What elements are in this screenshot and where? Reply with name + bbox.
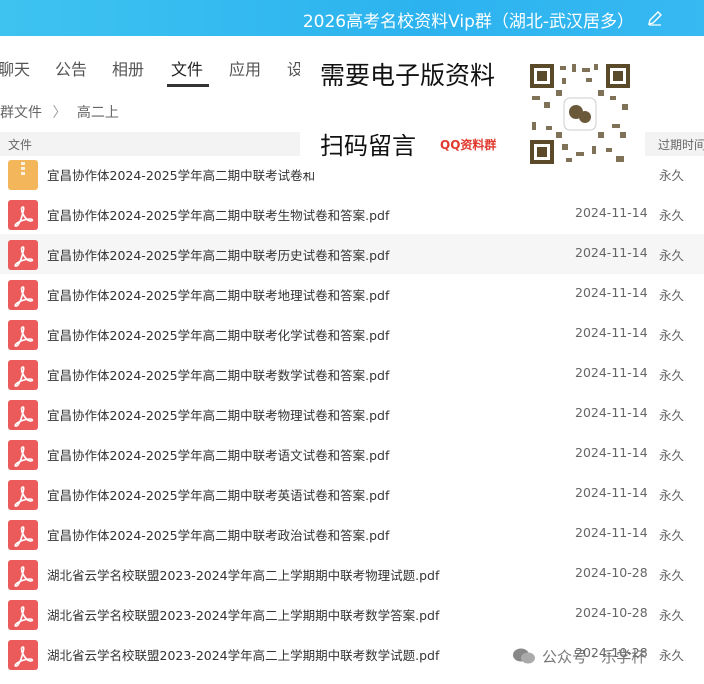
- pdf-file-icon: [8, 600, 38, 630]
- file-name[interactable]: 宜昌协作体2024-2025学年高二期中联考试卷和: [47, 165, 315, 184]
- qr-code-icon: [526, 60, 634, 168]
- file-name[interactable]: 宜昌协作体2024-2025学年高二期中联考语文试卷和答案.pdf: [47, 445, 389, 464]
- pdf-file-icon: [8, 440, 38, 470]
- file-row[interactable]: 宜昌协作体2024-2025学年高二期中联考生物试卷和答案.pdf 2024-11…: [0, 194, 704, 234]
- pdf-file-icon: [8, 280, 38, 310]
- file-row[interactable]: 宜昌协作体2024-2025学年高二期中联考政治试卷和答案.pdf 2024-11…: [0, 514, 704, 554]
- tab-apps[interactable]: 应用: [229, 56, 261, 80]
- file-date: 2024-11-14: [575, 285, 648, 300]
- file-date: 2024-11-14: [575, 485, 648, 500]
- file-name[interactable]: 宜昌协作体2024-2025学年高二期中联考物理试卷和答案.pdf: [47, 405, 389, 424]
- breadcrumb: 群文件 〉 高二上: [0, 102, 125, 122]
- pdf-file-icon: [8, 520, 38, 550]
- breadcrumb-current: 高二上: [76, 105, 119, 121]
- file-expire: 永久: [659, 488, 685, 503]
- pdf-file-icon: [8, 480, 38, 510]
- file-name[interactable]: 宜昌协作体2024-2025学年高二期中联考生物试卷和答案.pdf: [47, 205, 389, 224]
- file-row[interactable]: 宜昌协作体2024-2025学年高二期中联考地理试卷和答案.pdf 2024-11…: [0, 274, 704, 314]
- breadcrumb-root[interactable]: 群文件: [0, 105, 42, 121]
- file-name[interactable]: 湖北省云学名校联盟2023-2024学年高二上学期期中联考数学答案.pdf: [47, 605, 439, 624]
- file-date: 2024-11-14: [575, 325, 648, 340]
- file-name[interactable]: 宜昌协作体2024-2025学年高二期中联考地理试卷和答案.pdf: [47, 285, 389, 304]
- group-title: 2026高考名校资料Vip群（湖北-武汉居多）: [302, 12, 634, 32]
- file-name[interactable]: 宜昌协作体2024-2025学年高二期中联考英语试卷和答案.pdf: [47, 485, 389, 504]
- pdf-file-icon: [8, 640, 38, 670]
- file-expire: 永久: [659, 568, 685, 583]
- file-date: 2024-10-28: [575, 565, 648, 580]
- file-row[interactable]: 宜昌协作体2024-2025学年高二期中联考化学试卷和答案.pdf 2024-11…: [0, 314, 704, 354]
- file-name[interactable]: 宜昌协作体2024-2025学年高二期中联考历史试卷和答案.pdf: [47, 245, 389, 264]
- file-expire: 永久: [659, 208, 685, 223]
- file-expire: 永久: [659, 368, 685, 383]
- tab-album[interactable]: 相册: [112, 56, 144, 80]
- file-expire: 永久: [659, 288, 685, 303]
- file-name[interactable]: 宜昌协作体2024-2025学年高二期中联考数学试卷和答案.pdf: [47, 365, 389, 384]
- pencil-icon[interactable]: [646, 9, 664, 27]
- file-expire: 永久: [659, 328, 685, 343]
- tab-announcement[interactable]: 公告: [55, 56, 87, 80]
- pdf-file-icon: [8, 360, 38, 390]
- file-expire: 永久: [659, 168, 685, 183]
- tab-chat[interactable]: 聊天: [0, 56, 30, 80]
- file-row[interactable]: 湖北省云学名校联盟2023-2024学年高二上学期期中联考数学答案.pdf 202…: [0, 594, 704, 634]
- zip-file-icon: [8, 160, 38, 190]
- title-bar: 2026高考名校资料Vip群（湖北-武汉居多）: [0, 0, 704, 36]
- promo-overlay: 需要电子版资料 扫码留言 QQ资料群: [300, 44, 645, 172]
- chevron-right-icon: 〉: [52, 105, 67, 121]
- file-expire: 永久: [659, 528, 685, 543]
- tab-files[interactable]: 文件: [171, 56, 203, 80]
- file-date: 2024-10-28: [575, 605, 648, 620]
- file-name[interactable]: 宜昌协作体2024-2025学年高二期中联考政治试卷和答案.pdf: [47, 525, 389, 544]
- file-expire: 永久: [659, 448, 685, 463]
- file-row[interactable]: 宜昌协作体2024-2025学年高二期中联考英语试卷和答案.pdf 2024-11…: [0, 474, 704, 514]
- file-date: 2024-11-14: [575, 445, 648, 460]
- pdf-file-icon: [8, 400, 38, 430]
- wechat-icon: [513, 648, 535, 664]
- file-row[interactable]: 宜昌协作体2024-2025学年高二期中联考历史试卷和答案.pdf 2024-11…: [0, 234, 704, 274]
- column-header-file[interactable]: 文件: [8, 136, 32, 153]
- file-expire: 永久: [659, 408, 685, 423]
- file-expire: 永久: [659, 648, 685, 663]
- pdf-file-icon: [8, 320, 38, 350]
- file-row[interactable]: 宜昌协作体2024-2025学年高二期中联考语文试卷和答案.pdf 2024-11…: [0, 434, 704, 474]
- promo-tag: QQ资料群: [440, 138, 497, 152]
- file-expire: 永久: [659, 248, 685, 263]
- file-date: 2024-11-14: [575, 405, 648, 420]
- promo-line2: 扫码留言: [320, 132, 416, 160]
- file-row[interactable]: 宜昌协作体2024-2025学年高二期中联考数学试卷和答案.pdf 2024-11…: [0, 354, 704, 394]
- promo-line1: 需要电子版资料: [320, 61, 496, 90]
- file-date: 2024-11-14: [575, 245, 648, 260]
- pdf-file-icon: [8, 200, 38, 230]
- active-tab-indicator: [167, 84, 209, 87]
- watermark-text: 公众号 · 乐学杯: [542, 648, 647, 666]
- file-date: 2024-11-14: [575, 525, 648, 540]
- file-name[interactable]: 湖北省云学名校联盟2023-2024学年高二上学期期中联考物理试题.pdf: [47, 565, 439, 584]
- file-expire: 永久: [659, 608, 685, 623]
- pdf-file-icon: [8, 560, 38, 590]
- column-header-expire[interactable]: 过期时间: [658, 136, 704, 153]
- pdf-file-icon: [8, 240, 38, 270]
- file-name[interactable]: 湖北省云学名校联盟2023-2024学年高二上学期期中联考数学试题.pdf: [47, 645, 439, 664]
- file-name[interactable]: 宜昌协作体2024-2025学年高二期中联考化学试卷和答案.pdf: [47, 325, 389, 344]
- file-date: 2024-11-14: [575, 365, 648, 380]
- file-row[interactable]: 湖北省云学名校联盟2023-2024学年高二上学期期中联考物理试题.pdf 202…: [0, 554, 704, 594]
- file-row[interactable]: 宜昌协作体2024-2025学年高二期中联考物理试卷和答案.pdf 2024-11…: [0, 394, 704, 434]
- file-date: 2024-11-14: [575, 205, 648, 220]
